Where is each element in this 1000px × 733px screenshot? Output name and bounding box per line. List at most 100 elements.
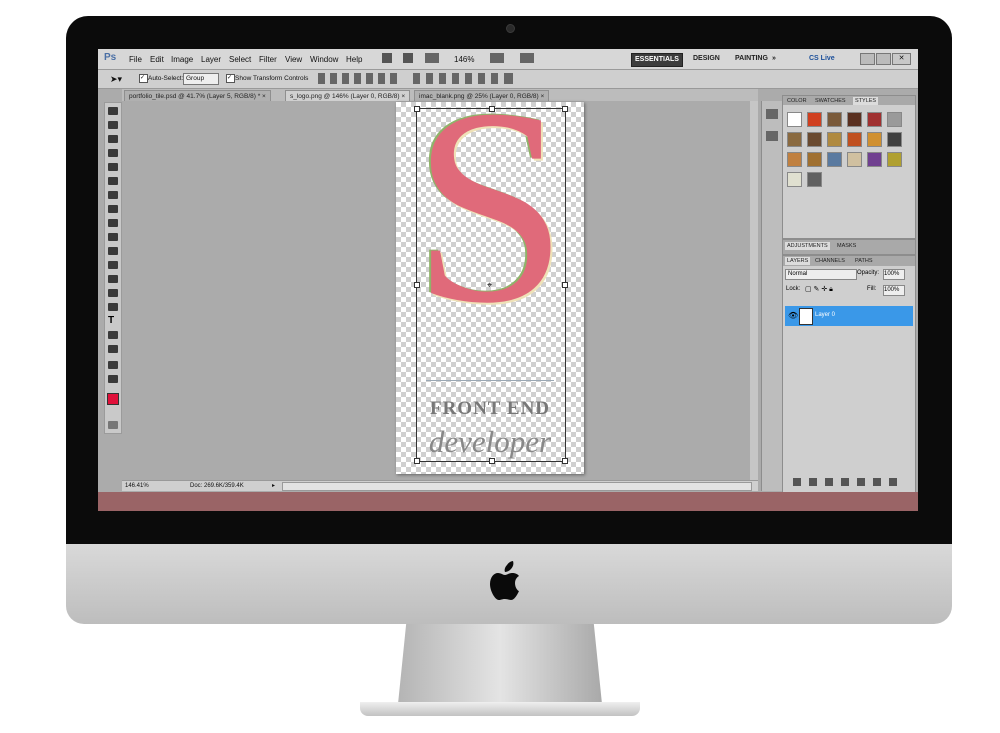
style-swatch[interactable] [787, 112, 802, 127]
style-swatch[interactable] [787, 152, 802, 167]
hand-tool-icon[interactable] [108, 361, 118, 369]
tab-swatches[interactable]: SWATCHES [813, 97, 848, 105]
menu-view[interactable]: View [285, 55, 302, 64]
marquee-tool-icon[interactable] [108, 121, 118, 129]
style-swatch[interactable] [847, 132, 862, 147]
style-swatch[interactable] [867, 152, 882, 167]
opacity-input[interactable]: 100% [883, 269, 905, 280]
brush-tool-icon[interactable] [108, 205, 118, 213]
transform-handle[interactable] [562, 282, 568, 288]
history-panel-icon[interactable] [766, 109, 778, 119]
style-swatch[interactable] [867, 112, 882, 127]
transform-handle[interactable] [414, 106, 420, 112]
transform-handle[interactable] [414, 458, 420, 464]
clone-stamp-tool-icon[interactable] [108, 219, 118, 227]
style-swatch[interactable] [847, 152, 862, 167]
menu-layer[interactable]: Layer [201, 55, 221, 64]
blur-tool-icon[interactable] [108, 275, 118, 283]
lasso-tool-icon[interactable] [108, 135, 118, 143]
cs-live-button[interactable]: CS Live [809, 55, 835, 62]
style-swatch[interactable] [807, 152, 822, 167]
blend-mode-dropdown[interactable]: Normal [785, 269, 857, 280]
minimize-icon[interactable] [860, 53, 875, 65]
gradient-tool-icon[interactable] [108, 261, 118, 269]
dodge-tool-icon[interactable] [108, 289, 118, 297]
crop-tool-icon[interactable] [108, 163, 118, 171]
workspace-painting[interactable]: PAINTING [732, 53, 771, 65]
reference-point-icon[interactable]: ⌖ [487, 280, 492, 291]
layer-name[interactable]: Layer 0 [815, 312, 835, 318]
move-tool-icon[interactable]: ➤▾ [110, 74, 122, 85]
bridge-icon[interactable] [382, 53, 392, 63]
tab-styles[interactable]: STYLES [853, 97, 879, 105]
eyedropper-tool-icon[interactable] [108, 177, 118, 185]
path-select-tool-icon[interactable] [108, 331, 118, 339]
menu-image[interactable]: Image [171, 55, 193, 64]
shape-tool-icon[interactable] [108, 345, 118, 353]
style-swatch[interactable] [887, 152, 902, 167]
adjustments-panel: ADJUSTMENTS MASKS [782, 239, 916, 255]
layer-action-buttons[interactable] [793, 478, 903, 486]
eye-icon[interactable]: 👁︎ [788, 311, 798, 320]
move-tool-icon[interactable] [108, 107, 118, 115]
fill-input[interactable]: 100% [883, 285, 905, 296]
tab-adjustments[interactable]: ADJUSTMENTS [785, 242, 830, 250]
actions-panel-icon[interactable] [766, 131, 778, 141]
style-swatch[interactable] [807, 172, 822, 187]
transform-handle[interactable] [562, 106, 568, 112]
style-swatch[interactable] [827, 112, 842, 127]
style-swatch[interactable] [867, 132, 882, 147]
more-workspaces-icon[interactable]: » [769, 53, 779, 65]
menu-help[interactable]: Help [346, 55, 362, 64]
menu-edit[interactable]: Edit [150, 55, 164, 64]
eraser-tool-icon[interactable] [108, 247, 118, 255]
auto-select-dropdown[interactable]: Group [183, 73, 219, 85]
menu-filter[interactable]: Filter [259, 55, 277, 64]
transform-handle[interactable] [414, 282, 420, 288]
transform-handle[interactable] [562, 458, 568, 464]
pen-tool-icon[interactable] [108, 303, 118, 311]
workspace-design[interactable]: DESIGN [690, 53, 723, 65]
auto-select-checkbox[interactable]: ✓ [139, 74, 148, 83]
style-swatch[interactable] [887, 132, 902, 147]
transform-bounding-box[interactable]: ⌖ [414, 106, 568, 464]
horizontal-scrollbar[interactable] [282, 482, 752, 491]
tab-channels[interactable]: CHANNELS [813, 257, 847, 265]
tab-color[interactable]: COLOR [785, 97, 809, 105]
layer-row[interactable]: 👁︎ Layer 0 [785, 306, 913, 326]
menu-select[interactable]: Select [229, 55, 251, 64]
type-tool-icon[interactable]: T [108, 315, 114, 326]
quick-mask-icon[interactable] [108, 421, 118, 429]
foreground-color-swatch[interactable] [107, 393, 119, 405]
style-swatch[interactable] [847, 112, 862, 127]
transform-handle[interactable] [489, 458, 495, 464]
menu-window[interactable]: Window [310, 55, 338, 64]
align-buttons[interactable] [318, 73, 398, 84]
zoom-tool-icon[interactable] [108, 375, 118, 383]
style-swatch[interactable] [807, 112, 822, 127]
restore-icon[interactable] [876, 53, 891, 65]
vertical-scrollbar[interactable] [750, 101, 758, 480]
healing-brush-tool-icon[interactable] [108, 191, 118, 199]
status-zoom[interactable]: 146.41% [125, 483, 149, 489]
style-swatch[interactable] [827, 152, 842, 167]
style-swatch[interactable] [807, 132, 822, 147]
style-swatch[interactable] [887, 112, 902, 127]
tab-paths[interactable]: PATHS [853, 257, 875, 265]
style-swatch[interactable] [827, 132, 842, 147]
style-swatch[interactable] [787, 132, 802, 147]
layers-panel: LAYERS CHANNELS PATHS Normal Opacity: 10… [782, 255, 916, 494]
transform-handle[interactable] [489, 106, 495, 112]
tab-masks[interactable]: MASKS [835, 242, 858, 250]
status-arrow-icon[interactable]: ▸ [272, 482, 275, 489]
style-swatch[interactable] [787, 172, 802, 187]
show-transform-checkbox[interactable]: ✓ [226, 74, 235, 83]
close-icon[interactable]: ✕ [892, 53, 911, 65]
imac-stand [398, 624, 602, 704]
workspace-essentials[interactable]: ESSENTIALS [631, 53, 683, 67]
lock-icons[interactable]: ▢ ✎ ✛ 🔒︎ [805, 285, 833, 294]
quick-select-tool-icon[interactable] [108, 149, 118, 157]
menu-file[interactable]: File [129, 55, 142, 64]
history-brush-tool-icon[interactable] [108, 233, 118, 241]
tab-layers[interactable]: LAYERS [785, 257, 811, 265]
